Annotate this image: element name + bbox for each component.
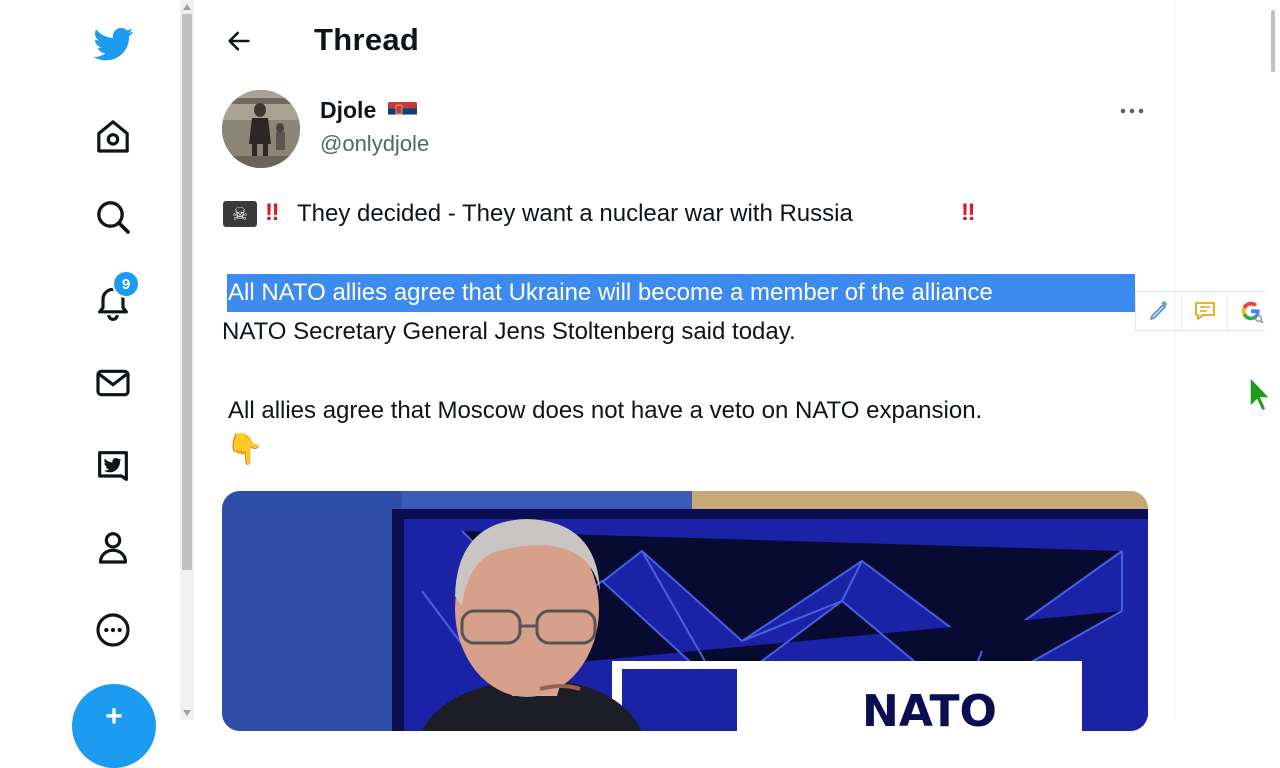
column-divider [1175, 0, 1176, 720]
scroll-up-arrow-icon[interactable] [183, 4, 191, 10]
media-nato-text: NATO [862, 686, 997, 731]
mouse-cursor-icon [1248, 375, 1272, 420]
page-title: Thread [314, 22, 420, 57]
skull-crossbones-emoji: ☠ [223, 201, 257, 227]
compose-tweet-button[interactable]: + [72, 684, 156, 768]
ellipsis-icon [1120, 108, 1144, 114]
twitter-logo-icon[interactable] [88, 20, 140, 68]
tweet-more-button[interactable] [1114, 96, 1150, 126]
double-exclamation-emoji: ‼ [265, 199, 280, 226]
scroll-down-arrow-icon[interactable] [183, 710, 191, 716]
tweet-text-line-3: NATO Secretary General Jens Stoltenberg … [222, 318, 796, 345]
search-icon[interactable] [88, 192, 138, 242]
pointing-down-emoji: 👇 [226, 433, 264, 466]
arrow-left-icon [228, 31, 250, 51]
home-icon[interactable] [88, 111, 138, 161]
back-button[interactable] [222, 24, 256, 58]
author-name[interactable]: Djole [320, 97, 376, 124]
person-icon[interactable] [88, 522, 138, 572]
compose-icon: + [105, 700, 123, 733]
sidebar: 9 + [0, 0, 178, 768]
tweet-media-image[interactable]: NATO [222, 491, 1148, 731]
twitter-blue-icon[interactable] [88, 441, 138, 491]
tweet-text-line-1: They decided - They want a nuclear war w… [297, 200, 853, 227]
selection-extension-toolbar [1135, 291, 1275, 331]
envelope-icon[interactable] [88, 358, 138, 408]
avatar[interactable] [222, 90, 300, 168]
page-scrollbar[interactable] [1266, 0, 1280, 720]
double-exclamation-emoji-end: ‼ [961, 199, 976, 226]
serbia-flag-icon [388, 102, 417, 121]
comment-icon[interactable] [1182, 292, 1228, 330]
tweet-text-line-4: All allies agree that Moscow does not ha… [228, 397, 983, 424]
more-circle-icon[interactable] [88, 605, 138, 655]
author-handle[interactable]: @onlydjole [320, 131, 429, 157]
sidebar-scrollbar[interactable] [180, 0, 194, 720]
notification-count-badge: 9 [112, 270, 140, 298]
tweet-text-line-2-selected: All NATO allies agree that Ukraine will … [228, 279, 993, 306]
